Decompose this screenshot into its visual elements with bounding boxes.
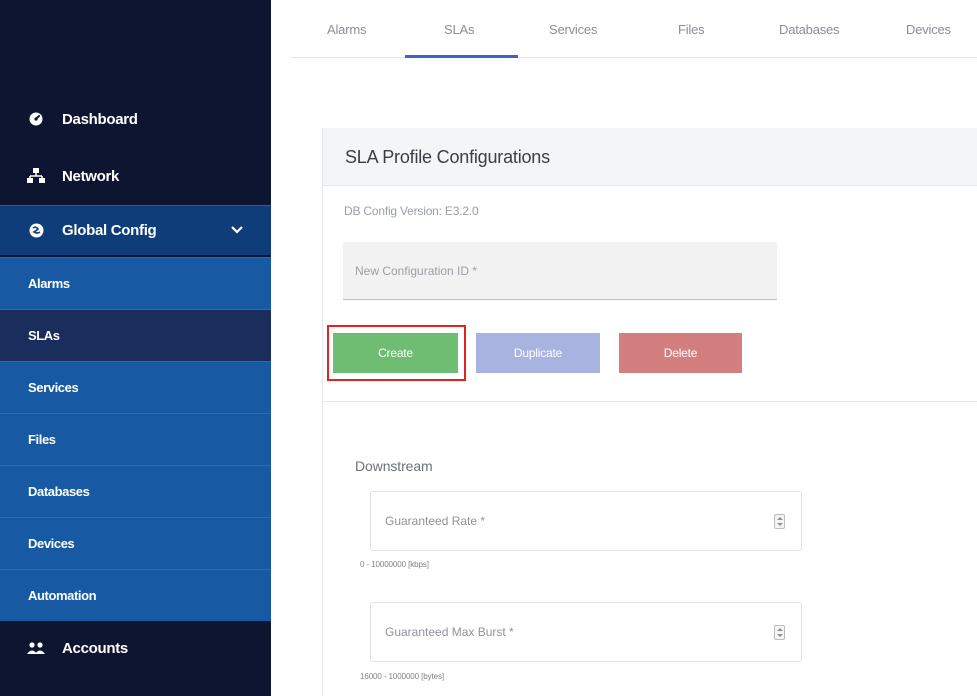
tab-slas[interactable]: SLAs [444,22,474,37]
tab-services[interactable]: Services [549,22,597,37]
guaranteed-rate-input[interactable] [371,492,801,550]
nav-item-label: Accounts [62,639,128,657]
new-configuration-id-input[interactable] [343,242,777,299]
delete-button[interactable]: Delete [619,333,742,373]
nav-item-network[interactable]: Network [0,151,271,201]
sidebar-item-label: Devices [28,536,75,551]
sidebar-item-label: Services [28,380,79,395]
tab-databases[interactable]: Databases [779,22,840,37]
tab-alarms[interactable]: Alarms [327,22,366,37]
nav-item-accounts[interactable]: Accounts [0,623,271,673]
sidebar-item-databases[interactable]: Databases [0,465,271,517]
new-configuration-id-field[interactable] [343,242,777,300]
nav-item-label: Global Config [62,222,157,239]
sidebar-item-automation[interactable]: Automation [0,569,271,621]
card-header: SLA Profile Configurations [323,128,977,186]
sidebar-item-services[interactable]: Services [0,361,271,413]
nav-item-dashboard[interactable]: Dashboard [0,94,271,144]
sidebar-item-slas[interactable]: SLAs [0,309,271,361]
sidebar-item-alarms[interactable]: Alarms [0,257,271,309]
guaranteed-max-burst-hint: 16000 - 1000000 [bytes] [360,672,444,681]
number-spinner-icon[interactable] [774,514,785,529]
number-spinner-icon[interactable] [774,625,785,640]
active-tab-indicator [405,55,518,58]
sidebar: Dashboard Network Global Config Alarms S… [0,0,271,696]
chevron-down-icon[interactable] [231,222,243,239]
sidebar-item-label: Alarms [28,276,70,291]
sidebar-item-label: Databases [28,484,90,499]
guaranteed-max-burst-field[interactable] [370,602,802,662]
sidebar-item-label: SLAs [28,328,60,343]
tab-files[interactable]: Files [678,22,705,37]
guaranteed-rate-hint: 0 - 10000000 [kbps] [360,560,429,569]
globe-icon [26,223,46,238]
nav-item-label: Dashboard [62,110,138,128]
sla-profile-card: SLA Profile Configurations DB Config Ver… [322,128,977,696]
sidebar-item-label: Automation [28,588,97,603]
duplicate-button[interactable]: Duplicate [476,333,600,373]
tab-devices[interactable]: Devices [906,22,951,37]
divider [323,401,977,402]
db-config-version: DB Config Version: E3.2.0 [344,204,479,218]
sidebar-item-devices[interactable]: Devices [0,517,271,569]
nav-item-label: Network [62,167,120,185]
guaranteed-max-burst-input[interactable] [371,603,801,661]
sidebar-item-label: Files [28,432,56,447]
create-button-highlight [327,325,466,381]
guaranteed-rate-field[interactable] [370,491,802,551]
top-tab-bar [290,0,977,58]
card-title: SLA Profile Configurations [345,147,550,167]
dashboard-icon [26,112,46,126]
network-icon [26,168,46,184]
nav-item-global-config[interactable]: Global Config [0,205,271,255]
sidebar-item-files[interactable]: Files [0,413,271,465]
users-icon [26,641,46,655]
downstream-section-label: Downstream [355,458,433,474]
